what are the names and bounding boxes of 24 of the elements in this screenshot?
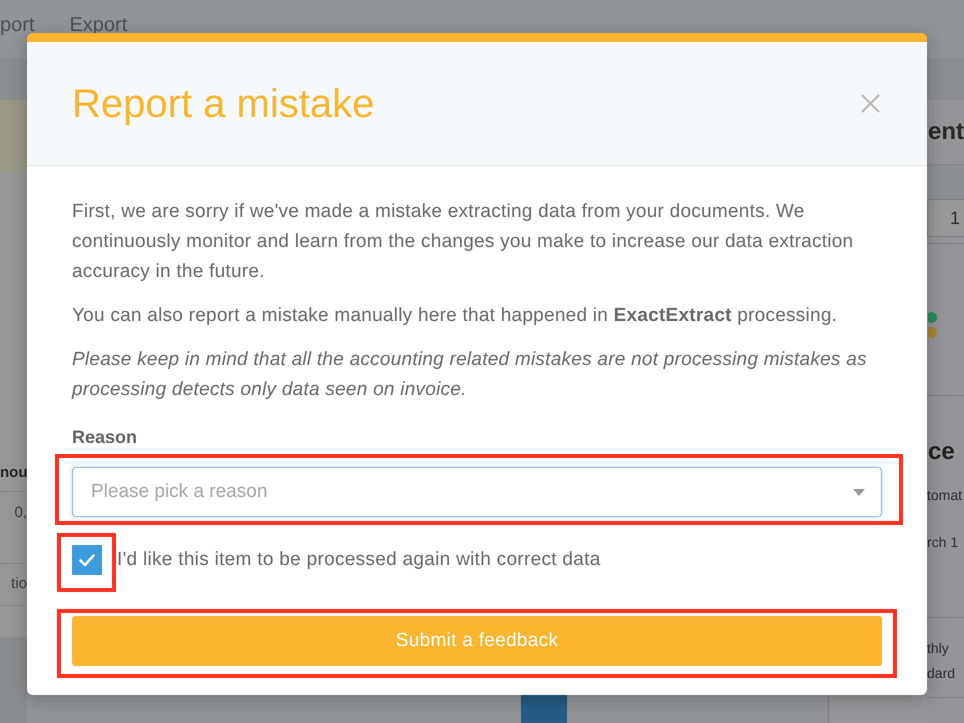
- note-paragraph: Please keep in mind that all the accounting related mistakes are not processing mistakes as processing detects only data seen on invoice.: [72, 348, 868, 402]
- button-fragment: [521, 695, 567, 723]
- reason-select[interactable]: Please pick a reason: [72, 467, 882, 517]
- checkbox-label: I'd like this item to be processed again with correct data: [117, 548, 601, 572]
- card-text: tomat: [927, 486, 964, 505]
- field-label: Reason: [72, 426, 138, 448]
- caret-icon: [853, 489, 865, 496]
- submit-button[interactable]: Submit a feedback: [72, 616, 882, 666]
- nav-link[interactable]: port: [0, 14, 34, 36]
- notice-banner: [0, 100, 27, 172]
- nav-link[interactable]: Export: [69, 14, 128, 36]
- body-paragraph: You can also report a mistake manually here that happened in ExactExtract processing.: [72, 304, 838, 328]
- card-heading: ce: [927, 438, 956, 466]
- plan-text: thly: [927, 639, 950, 658]
- body-paragraph: First, we are sorry if we've made a mistake extracting data from your documents. We continuously monitor and learn from the changes you make to increase our data extraction accuracy in the future.: [72, 200, 854, 284]
- checkmark-icon: [79, 554, 95, 566]
- checkbox[interactable]: [72, 545, 102, 575]
- logo-icon: [928, 311, 937, 339]
- close-icon: [861, 94, 880, 113]
- modal-title: Report a mistake: [72, 80, 374, 128]
- plan-text: dard: [927, 664, 956, 683]
- card-text: rch 1: [927, 533, 960, 552]
- input-field[interactable]: 1: [927, 199, 964, 237]
- close-button[interactable]: [861, 94, 880, 113]
